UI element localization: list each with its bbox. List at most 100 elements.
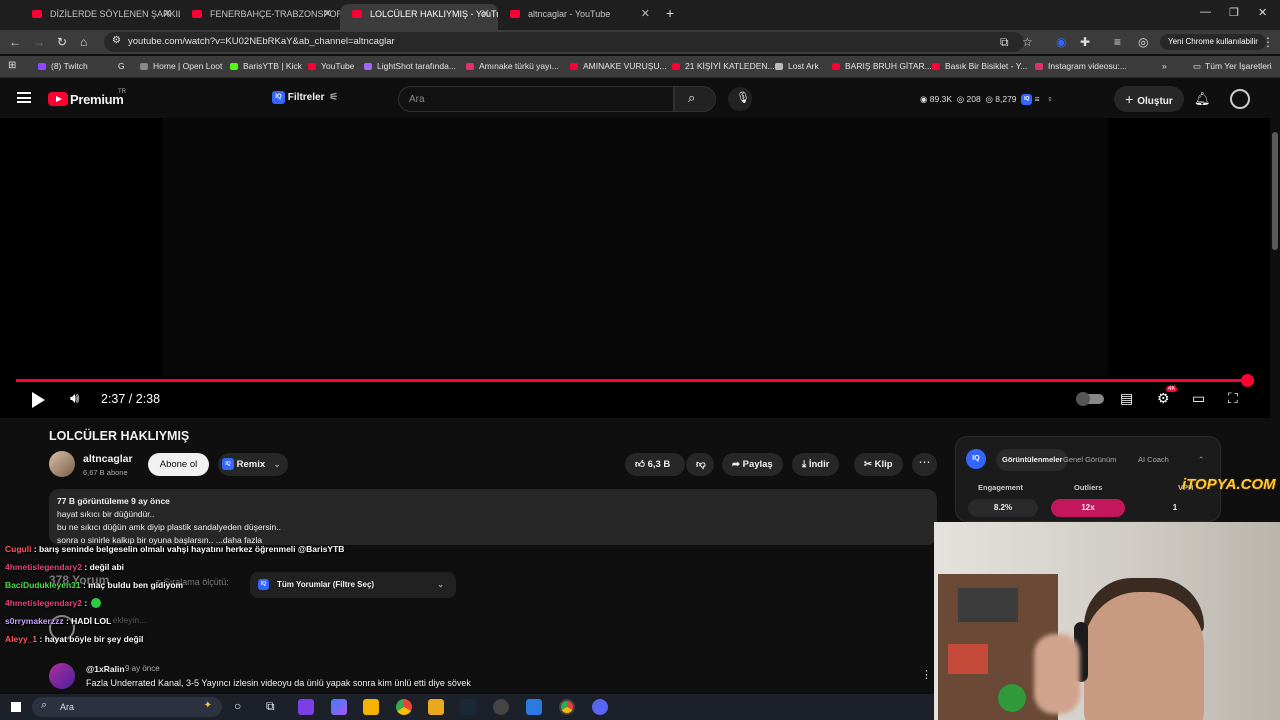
media-icon[interactable]: ≡: [1114, 35, 1121, 49]
chrome-icon[interactable]: [396, 699, 412, 715]
copilot-icon[interactable]: [331, 699, 347, 715]
chrome-update-button[interactable]: Yeni Chrome kullanılabilir: [1160, 34, 1266, 50]
address-bar[interactable]: ⚙ youtube.com/watch?v=KU02NEbRKaY&ab_cha…: [104, 32, 1024, 52]
minimize-icon[interactable]: —: [1200, 6, 1211, 18]
collapse-icon[interactable]: ⌃: [1198, 449, 1204, 471]
search-button[interactable]: ⌕: [674, 86, 716, 112]
channel-avatar[interactable]: [49, 451, 75, 477]
bookmark-item[interactable]: Home | Open Loot: [140, 61, 222, 71]
video-player[interactable]: 🔊︎ 2:37 / 2:38 ▤ ⚙ 4K ▭ ⛶: [0, 118, 1270, 418]
close-tab-icon[interactable]: ✕: [641, 4, 650, 24]
subtitles-icon[interactable]: ▤: [1120, 390, 1133, 407]
search-input[interactable]: Ara: [398, 86, 674, 112]
bookmark-item[interactable]: 21 KİŞİYİ KATLEDEN...: [672, 61, 775, 71]
tab-ai-coach[interactable]: AI Coach: [1138, 449, 1169, 471]
reload-icon[interactable]: ↻: [57, 35, 67, 49]
bookmark-item[interactable]: Amınake türkü yayı...: [466, 61, 559, 71]
youtube-premium-logo[interactable]: Premium: [70, 92, 124, 107]
app-icon[interactable]: [493, 699, 509, 715]
bookmark-item[interactable]: YouTube: [308, 61, 354, 71]
install-icon[interactable]: ⧉: [1000, 35, 1009, 50]
coach-icon[interactable]: ♀: [1047, 94, 1053, 104]
browser-tab-active[interactable]: LOLCÜLER HAKLIYMIŞ - YouTub ✕: [340, 4, 498, 30]
maximize-icon[interactable]: ❐: [1229, 6, 1239, 19]
chrome-menu-icon[interactable]: ⋮: [1262, 35, 1274, 49]
widgets-icon[interactable]: ⧉: [266, 699, 275, 714]
close-tab-icon[interactable]: ✕: [481, 4, 490, 24]
bookmark-item[interactable]: BARIŞ BRUH GİTAR...: [832, 61, 932, 71]
download-button[interactable]: ⤓ İndir: [792, 453, 840, 476]
windows-start-icon[interactable]: [11, 702, 21, 712]
taskbar-search[interactable]: ⌕ Ara ✦: [32, 697, 222, 717]
home-icon[interactable]: ⌂: [80, 35, 87, 49]
subscribe-button[interactable]: Abone ol: [148, 453, 209, 476]
bookmark-item[interactable]: (8) Twitch: [38, 61, 88, 71]
apps-grid-icon[interactable]: ⊞: [8, 60, 16, 71]
volume-icon[interactable]: 🔊︎: [70, 390, 79, 407]
video-frame[interactable]: [162, 118, 1108, 376]
bookmark-item[interactable]: Instagram videosu:...: [1035, 61, 1127, 71]
notifications-bell-icon[interactable]: 🔔︎: [1194, 91, 1211, 107]
bookmark-item[interactable]: BarisYTB | Kick: [230, 61, 302, 71]
discord-icon[interactable]: [592, 699, 608, 715]
list-icon[interactable]: ≡: [1035, 94, 1040, 104]
fullscreen-icon[interactable]: ⛶: [1228, 390, 1238, 407]
comment-more-icon[interactable]: ⋮: [921, 668, 932, 681]
all-bookmarks[interactable]: ▭ Tüm Yer İşaretleri: [1193, 61, 1272, 72]
task-view-icon[interactable]: ○: [234, 699, 241, 713]
clip-button[interactable]: ✂ Klip: [854, 453, 903, 476]
new-tab-icon[interactable]: +: [666, 5, 674, 21]
file-explorer-icon[interactable]: [363, 699, 379, 715]
description-box[interactable]: 77 B görüntüleme 9 ay önce hayat sıkıcı …: [49, 489, 937, 545]
folder-icon[interactable]: [428, 699, 444, 715]
steam-icon[interactable]: [460, 699, 476, 715]
close-tab-icon[interactable]: ✕: [163, 4, 172, 24]
tab-views[interactable]: Görüntülenmeler: [996, 449, 1069, 471]
remix-button[interactable]: IQ Remix ⌄: [218, 453, 288, 476]
tab-overview[interactable]: Genel Görünüm: [1063, 449, 1116, 471]
create-button[interactable]: + Oluştur: [1114, 86, 1184, 112]
bookmark-star-icon[interactable]: ☆: [1022, 35, 1033, 49]
hamburger-menu-icon[interactable]: [17, 92, 31, 103]
bookmark-google-icon[interactable]: G: [118, 61, 125, 71]
play-icon[interactable]: [32, 392, 45, 408]
more-actions-icon[interactable]: ⋯: [912, 453, 937, 476]
bookmark-item[interactable]: LightShot tarafında...: [364, 61, 456, 71]
iq-icon[interactable]: IQ: [1021, 94, 1033, 106]
browser-tab[interactable]: FENERBAHÇE-TRABZONSPOR ( ✕: [180, 4, 340, 30]
settings-gear-icon[interactable]: ⚙: [1157, 390, 1170, 407]
bookmarks-overflow-icon[interactable]: »: [1162, 61, 1167, 71]
extension-iq-icon[interactable]: ◉: [1056, 35, 1066, 49]
youtube-logo-icon[interactable]: [48, 92, 68, 106]
chrome-active-icon[interactable]: [559, 699, 575, 715]
scrollbar-thumb[interactable]: [1272, 132, 1278, 250]
filters-button[interactable]: IQ Filtreler ⚟: [272, 91, 338, 104]
seek-handle[interactable]: [1240, 374, 1254, 387]
dislike-button[interactable]: 👎︎: [686, 453, 714, 476]
back-icon[interactable]: ←: [9, 35, 21, 49]
forward-icon[interactable]: →: [33, 35, 45, 49]
browser-tab[interactable]: altncaglar - YouTube ✕: [498, 4, 658, 30]
voice-search-button[interactable]: 🎙: [728, 87, 752, 111]
bookmark-item[interactable]: Lost Ark: [775, 61, 819, 71]
browser-tab[interactable]: DİZİLERDE SÖYLENEN ŞARKILAR ✕: [20, 4, 180, 30]
site-info-icon[interactable]: ⚙: [112, 35, 121, 46]
seek-bar[interactable]: [16, 374, 1254, 387]
bookmark-item[interactable]: Basık Bir Bisiklet - Y...: [932, 61, 1027, 71]
comment-filter-select[interactable]: IQ Tüm Yorumlar (Filtre Seç) ⌄: [250, 572, 456, 598]
profile-icon[interactable]: ◎: [1138, 35, 1148, 49]
close-window-icon[interactable]: ✕: [1258, 6, 1267, 19]
extensions-icon[interactable]: ✚: [1080, 35, 1090, 49]
bookmark-item[interactable]: AMINAKE VURUŞU...: [570, 61, 667, 71]
channel-name[interactable]: altncaglar: [83, 453, 133, 465]
like-button[interactable]: 👍︎ 6,3 B: [625, 453, 685, 476]
commenter-name[interactable]: @1xRalin: [86, 664, 125, 674]
share-button[interactable]: ➦ Paylaş: [722, 453, 783, 476]
commenter-avatar[interactable]: [49, 663, 75, 689]
theater-mode-icon[interactable]: ▭: [1192, 390, 1205, 407]
app-icon[interactable]: [298, 699, 314, 715]
app-icon[interactable]: [526, 699, 542, 715]
close-tab-icon[interactable]: ✕: [323, 4, 332, 24]
account-avatar[interactable]: [1230, 89, 1250, 109]
autoplay-toggle[interactable]: [1076, 392, 1104, 406]
